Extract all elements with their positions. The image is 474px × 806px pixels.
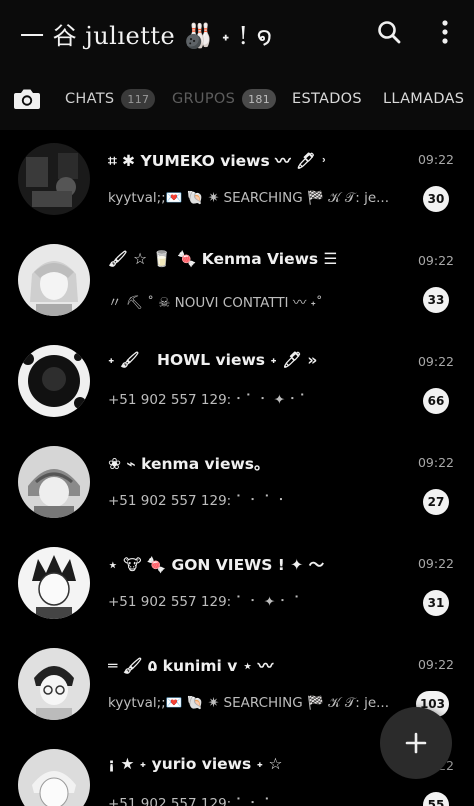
plus-icon xyxy=(405,732,427,754)
app-title: 一 谷 julıettе 🎳 ˖ ! ໑ xyxy=(20,22,273,50)
avatar[interactable] xyxy=(18,446,90,518)
unread-badge: 55 xyxy=(423,792,449,806)
unread-badge: 30 xyxy=(423,186,449,212)
avatar[interactable] xyxy=(18,345,90,417)
camera-icon xyxy=(14,89,40,109)
unread-badge: 66 xyxy=(423,388,449,414)
avatar[interactable] xyxy=(18,648,90,720)
tab-llamadas[interactable]: LLAMADAS xyxy=(383,68,464,130)
avatar[interactable] xyxy=(18,749,90,806)
tab-estados[interactable]: ESTADOS xyxy=(292,68,362,130)
chat-row[interactable]: ⌗ ✱ YUMEKO views 〰 🖊 ˒ 09:22 kyytval;;💌 … xyxy=(0,130,474,231)
chat-row[interactable]: ❀ ⌁ kenma views。 09:22 +51 902 557 129: … xyxy=(0,433,474,534)
chat-name: ⌗ ✱ YUMEKO views 〰 🖊 ˒ xyxy=(108,152,327,170)
tab-chats-badge: 117 xyxy=(121,89,156,109)
chat-name: ═ 🖌 ۵ kunimi v ⋆ 〰 xyxy=(108,657,274,675)
chat-preview: +51 902 557 129: ⠁ ⠂ ✦ ⠂ ⠁ xyxy=(108,594,304,610)
avatar[interactable] xyxy=(18,244,90,316)
avatar[interactable] xyxy=(18,547,90,619)
chat-preview: kyytval;;💌 🐚 ✷ SEARCHING 🏁 𝒦 𝒯: je... xyxy=(108,190,390,206)
tab-llamadas-label: LLAMADAS xyxy=(383,91,465,107)
chat-time: 09:22 xyxy=(417,253,454,268)
search-button[interactable] xyxy=(371,14,407,50)
unread-badge: 31 xyxy=(423,590,449,616)
more-options-button[interactable] xyxy=(427,14,463,50)
chat-name: 🖌 ☆ 🥛 🍬 Kenma Views ☰ xyxy=(108,250,338,268)
chat-preview: 〃 ⛏ ˚ ☠ NOUVI CONTATTI 〰 ˖˚ xyxy=(108,295,323,311)
unread-badge: 27 xyxy=(423,489,449,515)
tab-bar: CHATS 117 GRUPOS 181 ESTADOS LLAMADAS xyxy=(0,68,474,130)
chat-row[interactable]: ˖ 🖌 ⠀HOWL views ˖ 🖊 » 09:22 +51 902 557 … xyxy=(0,332,474,433)
tab-chats-label: CHATS xyxy=(65,91,115,107)
chat-row[interactable]: ⋆ 🐮 🍬 GON VIEWS ! ✦ 〜 09:22 +51 902 557 … xyxy=(0,534,474,635)
tab-grupos-label: GRUPOS xyxy=(172,91,236,107)
chat-name: ❀ ⌁ kenma views。 xyxy=(108,455,270,473)
chat-preview: +51 902 557 129: ⠁ ⠂ ⠁ ⠂ xyxy=(108,493,288,509)
chat-name: ˖ 🖌 ⠀HOWL views ˖ 🖊 » xyxy=(108,351,318,369)
tab-estados-label: ESTADOS xyxy=(292,91,362,107)
chat-time: 09:22 xyxy=(417,657,454,672)
avatar[interactable] xyxy=(18,143,90,215)
chat-preview: +51 902 557 129: ⠂⠁ ⠂ ✦ ⠂⠁ xyxy=(108,392,310,408)
chat-time: 09:22 xyxy=(417,354,454,369)
top-app-bar: 一 谷 julıettе 🎳 ˖ ! ໑ xyxy=(0,0,474,68)
tab-grupos[interactable]: GRUPOS 181 xyxy=(172,68,276,130)
more-vertical-icon xyxy=(442,20,448,44)
chat-list: ⌗ ✱ YUMEKO views 〰 🖊 ˒ 09:22 kyytval;;💌 … xyxy=(0,130,474,806)
chat-time: 09:22 xyxy=(417,455,454,470)
unread-badge: 33 xyxy=(423,287,449,313)
tab-chats[interactable]: CHATS 117 xyxy=(65,68,156,130)
chat-preview: +51 902 557 129: ⠁ ⠂ ⠁ xyxy=(108,796,274,806)
new-chat-button[interactable] xyxy=(380,707,452,779)
chat-name: ⋆ 🐮 🍬 GON VIEWS ! ✦ 〜 xyxy=(108,556,325,574)
chat-row[interactable]: 🖌 ☆ 🥛 🍬 Kenma Views ☰ 09:22 〃 ⛏ ˚ ☠ NOUV… xyxy=(0,231,474,332)
camera-button[interactable] xyxy=(10,82,44,116)
chat-time: 09:22 xyxy=(417,556,454,571)
tab-grupos-badge: 181 xyxy=(242,89,276,109)
chat-time: 09:22 xyxy=(417,152,454,167)
chat-name: ¡ ★ ˖ yurio views ˖ ☆ xyxy=(108,755,283,773)
chat-preview: kyytval;;💌 🐚 ✷ SEARCHING 🏁 𝒦 𝒯: je... xyxy=(108,695,390,711)
search-icon xyxy=(378,21,401,44)
